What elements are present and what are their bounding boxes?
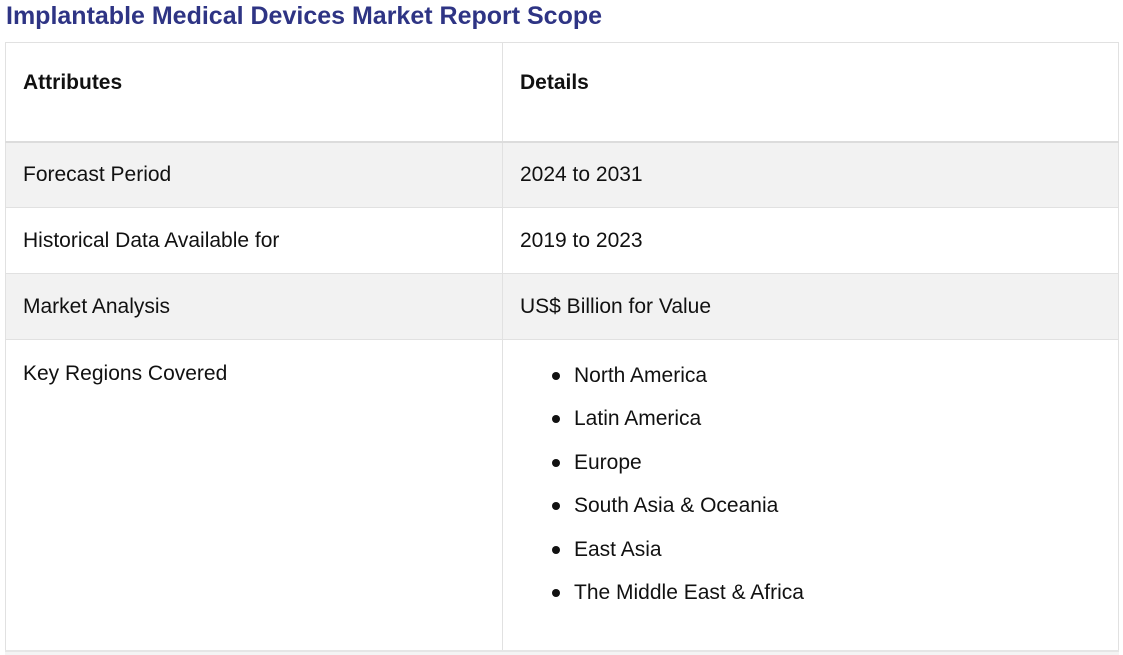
report-scope-page: Implantable Medical Devices Market Repor… — [0, 0, 1123, 655]
attribute-cell: Market Analysis — [5, 273, 503, 340]
detail-cell: 2019 to 2023 — [502, 207, 1119, 274]
table-row: Forecast Period 2024 to 2031 — [5, 141, 1119, 208]
list-item: Europe — [552, 450, 1101, 493]
list-item: The Middle East & Africa — [552, 580, 1101, 623]
table-header-row: Attributes Details — [5, 42, 1119, 143]
detail-cell: US$ Billion for Value — [502, 273, 1119, 340]
region-label: North America — [574, 364, 708, 387]
attribute-cell: Historical Data Available for — [5, 207, 503, 274]
regions-list: North America Latin America Europe South… — [520, 363, 1101, 623]
table-row: Historical Data Available for 2019 to 20… — [5, 207, 1119, 274]
details-header: Details — [502, 42, 1119, 143]
region-label: Latin America — [574, 407, 702, 431]
attributes-header: Attributes — [5, 42, 503, 143]
next-row-edge — [5, 650, 1119, 655]
page-title: Implantable Medical Devices Market Repor… — [6, 2, 603, 30]
bullet-icon — [552, 588, 560, 597]
table-row: Market Analysis US$ Billion for Value — [5, 273, 1119, 340]
report-scope-table: Attributes Details Forecast Period 2024 … — [5, 42, 1119, 654]
attribute-cell: Forecast Period — [5, 141, 503, 208]
detail-cell: North America Latin America Europe South… — [502, 339, 1119, 654]
list-item: South Asia & Oceania — [552, 493, 1101, 536]
region-label: South Asia & Oceania — [574, 494, 779, 518]
list-item: Latin America — [552, 406, 1101, 449]
bullet-icon — [552, 415, 560, 424]
detail-cell: 2024 to 2031 — [502, 141, 1119, 208]
bullet-icon — [552, 372, 560, 380]
region-label: The Middle East & Africa — [574, 580, 804, 604]
bullet-icon — [552, 545, 560, 554]
table-row: Key Regions Covered North America Latin … — [5, 339, 1119, 654]
attribute-cell: Key Regions Covered — [5, 339, 503, 654]
region-label: East Asia — [574, 537, 662, 561]
region-label: Europe — [574, 450, 642, 474]
bullet-icon — [552, 458, 560, 467]
bullet-icon — [552, 502, 560, 511]
list-item: East Asia — [552, 537, 1101, 580]
list-item: North America — [552, 363, 1101, 406]
